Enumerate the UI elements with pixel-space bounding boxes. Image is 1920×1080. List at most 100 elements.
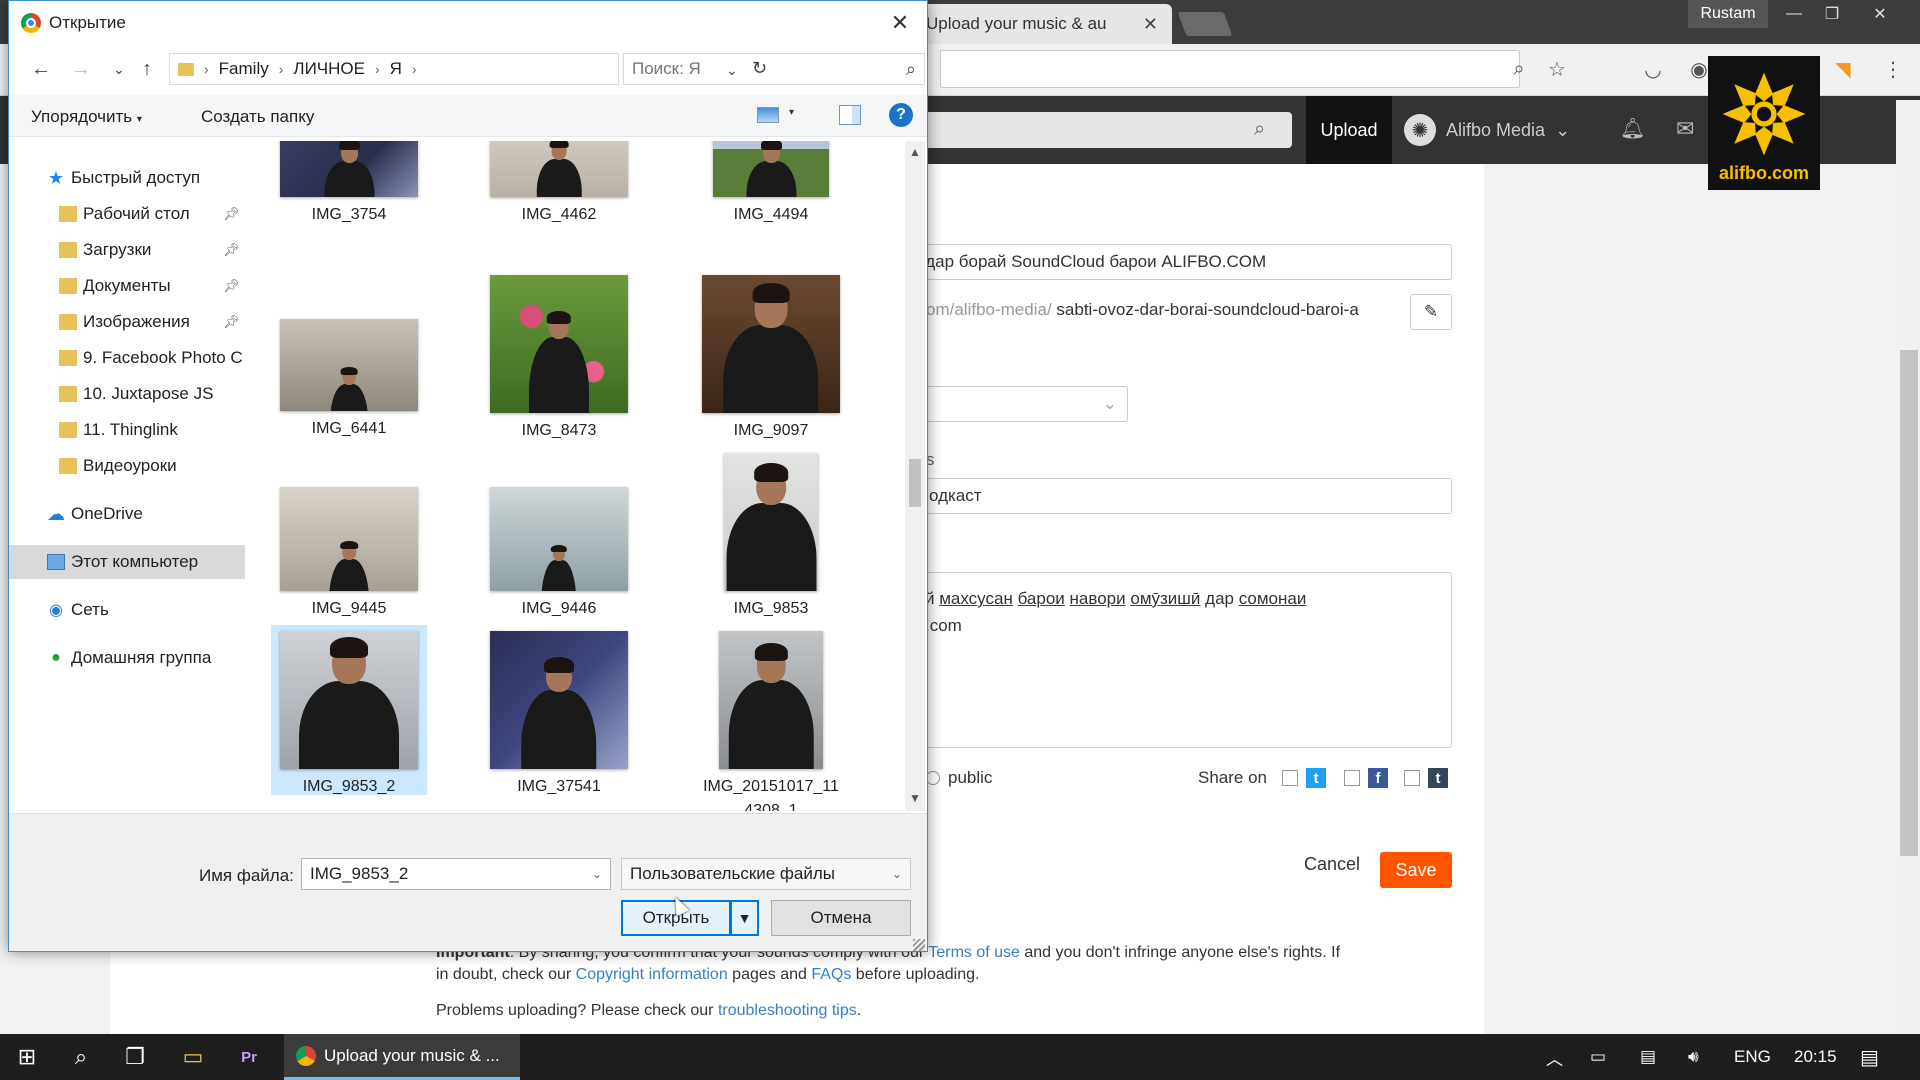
nav-item[interactable]: ● Домашняя группа <box>9 641 245 675</box>
share-facebook-checkbox[interactable] <box>1344 770 1360 786</box>
tags-input[interactable]: одкаст <box>900 478 1452 514</box>
radio-icon[interactable] <box>926 771 940 785</box>
breadcrumb-lichnoe[interactable]: ЛИЧНОЕ <box>293 59 365 79</box>
file-tile[interactable]: IMG_9445 <box>271 447 427 617</box>
share-tumblr-checkbox[interactable] <box>1404 770 1420 786</box>
nav-item[interactable]: Видеоуроки <box>9 449 245 483</box>
chevron-down-icon[interactable]: ⌄ <box>592 867 602 881</box>
taskbar-chrome-item[interactable]: Upload your music & ... <box>284 1034 520 1080</box>
preview-pane-icon[interactable] <box>839 105 861 125</box>
breadcrumb-separator-icon[interactable]: › <box>375 61 380 77</box>
battery-icon[interactable]: ▭ <box>1590 1034 1606 1080</box>
pin-icon[interactable]: 📌︎ <box>223 206 240 222</box>
bell-icon[interactable]: 🔔︎ <box>1620 116 1645 141</box>
nav-item[interactable]: Изображения 📌︎ <box>9 305 245 339</box>
nav-item[interactable]: 10. Juxtapose JS <box>9 377 245 411</box>
user-menu[interactable]: ✺ Alifbo Media ⌄ <box>1404 96 1570 164</box>
cancel-button[interactable]: Cancel <box>1304 854 1360 875</box>
premiere-icon[interactable]: Pr <box>222 1034 276 1080</box>
language-indicator[interactable]: ENG <box>1734 1034 1771 1080</box>
forward-arrow-icon[interactable]: → <box>67 55 95 83</box>
browser-tab[interactable]: Upload your music & au ✕ <box>912 4 1172 44</box>
title-input[interactable]: й дар борай SoundCloud барои ALIFBO.COM <box>900 244 1452 280</box>
breadcrumb-ya[interactable]: Я <box>390 59 402 79</box>
copyright-link[interactable]: Copyright information <box>576 966 728 983</box>
dialog-address-bar[interactable]: › Family › ЛИЧНОЕ › Я › ⌄ ↻ <box>169 53 767 85</box>
file-tile[interactable]: IMG_37541 <box>481 625 637 795</box>
task-view-icon[interactable]: ❐ <box>108 1034 162 1080</box>
search-icon[interactable]: ⌕ <box>1254 118 1265 141</box>
up-arrow-icon[interactable]: ↑ <box>133 55 161 83</box>
troubleshooting-link[interactable]: troubleshooting tips <box>718 1002 857 1019</box>
pin-icon[interactable]: 📌︎ <box>223 242 240 258</box>
nav-item[interactable]: ◉ Сеть <box>9 593 245 627</box>
file-tile[interactable]: IMG_9853 <box>693 447 849 617</box>
nav-item[interactable]: Рабочий стол 📌︎ <box>9 197 245 231</box>
windows-start-icon[interactable]: ⊞ <box>0 1034 54 1080</box>
tray-chevron-icon[interactable]: ︿ <box>1546 1034 1563 1080</box>
genre-select[interactable]: ⌄ <box>900 386 1128 422</box>
nav-item[interactable]: Загрузки 📌︎ <box>9 233 245 267</box>
minimize-icon[interactable]: — <box>1774 0 1814 28</box>
privacy-public-option[interactable]: public <box>926 768 992 788</box>
back-arrow-icon[interactable]: ← <box>27 55 55 83</box>
file-list-scrollbar[interactable]: ▲ ▼ <box>905 141 925 811</box>
tab-close-icon[interactable]: ✕ <box>1143 14 1158 35</box>
notifications-icon[interactable]: ▤ <box>1860 1034 1879 1080</box>
nav-item[interactable]: ☁ OneDrive <box>9 497 245 531</box>
save-button[interactable]: Save <box>1380 852 1452 888</box>
dialog-search-input[interactable] <box>632 59 872 79</box>
organize-button[interactable]: Упорядочить ▾ <box>31 107 142 127</box>
rss-icon[interactable]: ◥ <box>1830 56 1856 82</box>
share-twitter-checkbox[interactable] <box>1282 770 1298 786</box>
dialog-close-icon[interactable]: ✕ <box>885 9 915 37</box>
nav-item[interactable]: ★ Быстрый доступ <box>9 161 245 195</box>
restore-icon[interactable]: ❐ <box>1812 0 1852 28</box>
pin-icon[interactable]: 📌︎ <box>223 314 240 330</box>
page-scrollbar-thumb[interactable] <box>1900 350 1918 856</box>
network-icon[interactable]: ▤ <box>1640 1034 1656 1080</box>
mail-icon[interactable]: ✉ <box>1676 116 1694 142</box>
pocket-icon[interactable]: ◡ <box>1640 56 1666 82</box>
terms-link[interactable]: Terms of use <box>928 944 1020 961</box>
recent-locations-chevron-icon[interactable]: ⌄ <box>105 55 133 83</box>
window-close-icon[interactable]: ✕ <box>1860 0 1900 28</box>
file-tile[interactable]: IMG_6441 <box>271 269 427 439</box>
new-tab-button[interactable] <box>1177 12 1233 36</box>
file-list-scrollbar-thumb[interactable] <box>909 459 921 507</box>
breadcrumb-separator-icon[interactable]: › <box>412 61 417 77</box>
new-folder-button[interactable]: Создать папку <box>201 107 314 127</box>
help-icon[interactable]: ? <box>889 103 913 127</box>
view-mode-icon[interactable] <box>757 107 779 123</box>
permalink-slug[interactable]: sabti-ovoz-dar-borai-soundcloud-baroi-a <box>1056 300 1358 319</box>
nav-item[interactable]: 11. Thinglink <box>9 413 245 447</box>
file-type-select[interactable]: Пользовательские файлы ⌄ <box>621 858 911 890</box>
file-tile[interactable]: IMG_9853_2 <box>271 625 427 795</box>
file-tile[interactable]: IMG_3754 <box>271 141 427 281</box>
file-explorer-icon[interactable]: ▭ <box>166 1034 220 1080</box>
nav-item[interactable]: Документы 📌︎ <box>9 269 245 303</box>
description-textarea[interactable]: й махсусан барои навори омӯзишӣ дар сомо… <box>900 572 1452 748</box>
dialog-search-box[interactable]: ⌕ <box>623 53 925 85</box>
file-tile[interactable]: IMG_9446 <box>481 447 637 617</box>
file-name-input[interactable] <box>310 864 570 884</box>
edit-permalink-pencil-icon[interactable]: ✎ <box>1410 294 1452 330</box>
browser-user-badge[interactable]: Rustam <box>1688 0 1768 28</box>
file-tile[interactable]: IMG_20151017_114308_1 <box>693 625 849 811</box>
file-tile[interactable]: IMG_9097 <box>693 269 849 439</box>
soundcloud-search-input[interactable] <box>900 112 1292 148</box>
scroll-up-icon[interactable]: ▲ <box>905 145 925 161</box>
volume-icon[interactable]: 🔊︎ <box>1688 1034 1699 1080</box>
browser-menu-icon[interactable]: ⋮ <box>1880 56 1906 82</box>
clock[interactable]: 20:15 <box>1794 1034 1837 1080</box>
nav-item[interactable]: Этот компьютер <box>9 545 245 579</box>
faqs-link[interactable]: FAQs <box>811 966 851 983</box>
bookmark-star-icon[interactable]: ☆ <box>1544 56 1570 82</box>
breadcrumb-family[interactable]: Family <box>219 59 269 79</box>
upload-button[interactable]: Upload <box>1306 96 1392 164</box>
pin-icon[interactable]: 📌︎ <box>223 278 240 294</box>
scroll-down-icon[interactable]: ▼ <box>905 791 925 807</box>
search-icon[interactable]: ⌕ <box>54 1034 108 1080</box>
search-icon[interactable]: ⌕ <box>906 59 916 80</box>
file-tile[interactable]: IMG_4494 <box>693 141 849 281</box>
